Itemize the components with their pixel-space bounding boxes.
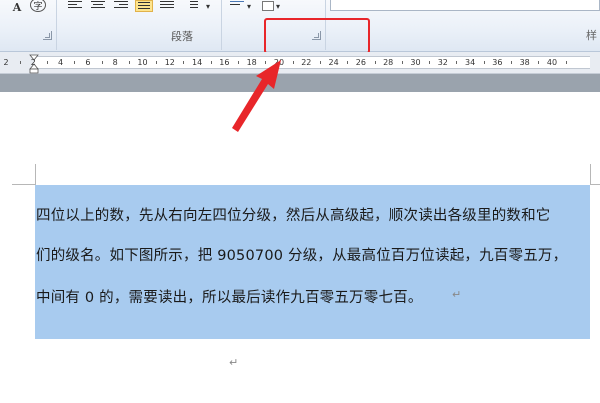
- red-arrow-annotation: [232, 60, 281, 132]
